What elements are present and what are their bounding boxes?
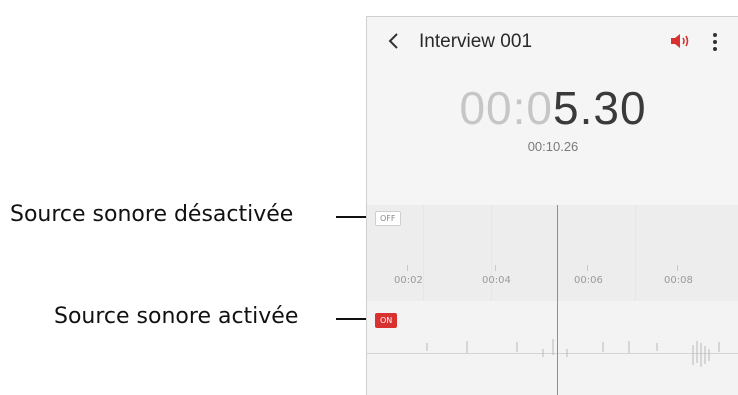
ruler-label-3: 00:06 xyxy=(574,275,603,286)
waveform-area[interactable]: OFF 00:02 00:04 00:06 00:08 ON xyxy=(367,205,738,395)
ruler-label-2: 00:04 xyxy=(482,275,511,286)
speaker-icon[interactable] xyxy=(669,31,693,51)
elapsed-time-main: 5.30 xyxy=(553,82,647,134)
ruler-label-4: 00:08 xyxy=(664,275,693,286)
ruler-tick xyxy=(677,265,678,271)
playhead[interactable] xyxy=(557,205,558,395)
time-ruler: 00:02 00:04 00:06 00:08 xyxy=(367,265,738,295)
callout-sound-source-off: Source sonore désactivée xyxy=(10,202,294,227)
waveform xyxy=(426,339,720,367)
recording-title: Interview 001 xyxy=(419,31,533,52)
callout-line-on xyxy=(336,318,370,320)
elapsed-time-dim: 00:0 xyxy=(459,82,553,134)
ruler-tick xyxy=(407,265,408,271)
ruler-tick xyxy=(495,265,496,271)
elapsed-time: 00:05.30 xyxy=(367,81,738,135)
callout-line-off xyxy=(336,216,370,218)
voice-recorder-screen: Interview 001 00:05.30 00:10.26 OFF 00:0… xyxy=(366,16,738,395)
ruler-tick xyxy=(587,265,588,271)
ruler-label-1: 00:02 xyxy=(394,275,423,286)
callout-sound-source-on: Source sonore activée xyxy=(54,304,299,329)
sound-source-off-toggle[interactable]: OFF xyxy=(375,211,401,226)
app-bar: Interview 001 xyxy=(367,17,738,67)
more-vertical-icon[interactable] xyxy=(709,29,721,55)
chevron-left-icon[interactable] xyxy=(385,30,403,52)
total-duration: 00:10.26 xyxy=(527,139,579,154)
